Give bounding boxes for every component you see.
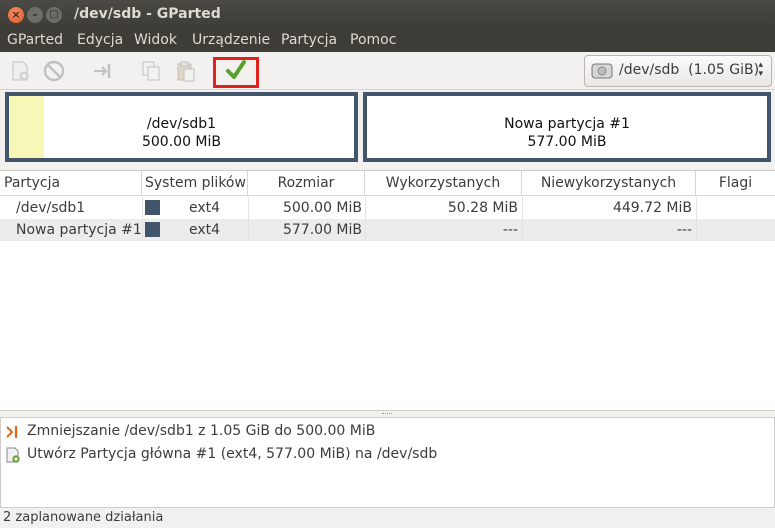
partition-map-sdb1[interactable]: /dev/sdb1 500.00 MiB: [5, 92, 358, 162]
filesystem-type: ext4: [189, 222, 221, 238]
minimize-window-icon[interactable]: –: [27, 7, 43, 23]
pending-operations-pane: Zmniejszanie /dev/sdb1 z 1.05 GiB do 500…: [0, 417, 775, 508]
splitter-grip-icon: [382, 413, 392, 415]
copy-icon[interactable]: [140, 60, 162, 82]
maximize-window-icon[interactable]: □: [46, 7, 62, 23]
used-space: 50.28 MiB: [447, 200, 518, 216]
window-title: /dev/sdb - GParted: [74, 6, 221, 22]
column-divider: [142, 197, 143, 241]
filesystem-type: ext4: [189, 200, 221, 216]
operation-text: Zmniejszanie /dev/sdb1 z 1.05 GiB do 500…: [27, 423, 376, 439]
menu-bar: GParted Edycja Widok Urządzenie Partycja…: [0, 30, 775, 52]
partition-map-new-partition[interactable]: Nowa partycja #1 577.00 MiB: [363, 92, 771, 162]
menu-partycja[interactable]: Partycja: [281, 32, 337, 48]
status-text: 2 zaplanowane działania: [3, 510, 164, 525]
partition-map-name: /dev/sdb1: [146, 116, 217, 132]
resize-move-icon[interactable]: [92, 60, 114, 82]
title-bar: × – □ /dev/sdb - GParted: [0, 0, 775, 30]
close-window-icon[interactable]: ×: [8, 7, 24, 23]
partition-name: /dev/sdb1: [16, 200, 86, 216]
partition-table: Partycja System plików Rozmiar Wykorzyst…: [0, 170, 775, 411]
column-divider: [696, 197, 697, 241]
menu-gparted[interactable]: GParted: [7, 32, 63, 48]
partition-name: Nowa partycja #1: [16, 222, 142, 238]
column-divider: [522, 197, 523, 241]
create-operation-icon: [6, 447, 20, 463]
chevron-updown-icon: ▴ ▾: [758, 60, 763, 79]
column-header-system-plikow[interactable]: System plików: [142, 171, 248, 196]
table-row[interactable]: /dev/sdb1 ext4 500.00 MiB 50.28 MiB 449.…: [0, 197, 775, 219]
harddisk-icon: [591, 63, 613, 79]
delete-icon[interactable]: [43, 60, 65, 82]
operation-text: Utwórz Partycja główna #1 (ext4, 577.00 …: [27, 446, 438, 462]
menu-pomoc[interactable]: Pomoc: [350, 32, 396, 48]
column-divider: [248, 197, 249, 241]
column-divider: [365, 197, 366, 241]
menu-edycja[interactable]: Edycja: [77, 32, 123, 48]
column-header-wykorzystanych[interactable]: Wykorzystanych: [365, 171, 522, 196]
partition-size: 500.00 MiB: [282, 200, 362, 216]
paste-icon[interactable]: [175, 60, 197, 82]
device-selector-label: /dev/sdb (1.05 GiB): [619, 62, 760, 78]
used-space: ---: [502, 222, 518, 238]
table-row[interactable]: Nowa partycja #1 ext4 577.00 MiB --- ---: [0, 219, 775, 241]
filesystem-color-swatch: [145, 222, 160, 237]
unused-space: 449.72 MiB: [612, 200, 692, 216]
apply-button-highlight: [213, 57, 259, 88]
column-header-rozmiar[interactable]: Rozmiar: [248, 171, 365, 196]
menu-urzadzenie[interactable]: Urządzenie: [192, 32, 270, 48]
menu-widok[interactable]: Widok: [134, 32, 177, 48]
partition-size: 577.00 MiB: [282, 222, 362, 238]
resize-operation-icon: [6, 426, 18, 438]
column-header-partycja[interactable]: Partycja: [0, 171, 142, 196]
unused-space: ---: [676, 222, 692, 238]
new-partition-icon[interactable]: [9, 60, 31, 82]
partition-map-size: 500.00 MiB: [141, 134, 221, 150]
column-header-flagi[interactable]: Flagi: [696, 171, 775, 196]
column-header-niewykorzystanych[interactable]: Niewykorzystanych: [522, 171, 696, 196]
device-selector[interactable]: /dev/sdb (1.05 GiB) ▴ ▾: [584, 55, 772, 87]
filesystem-color-swatch: [145, 200, 160, 215]
partition-map-name: Nowa partycja #1: [504, 116, 630, 132]
status-bar: 2 zaplanowane działania: [0, 508, 775, 528]
partition-map-size: 577.00 MiB: [527, 134, 607, 150]
